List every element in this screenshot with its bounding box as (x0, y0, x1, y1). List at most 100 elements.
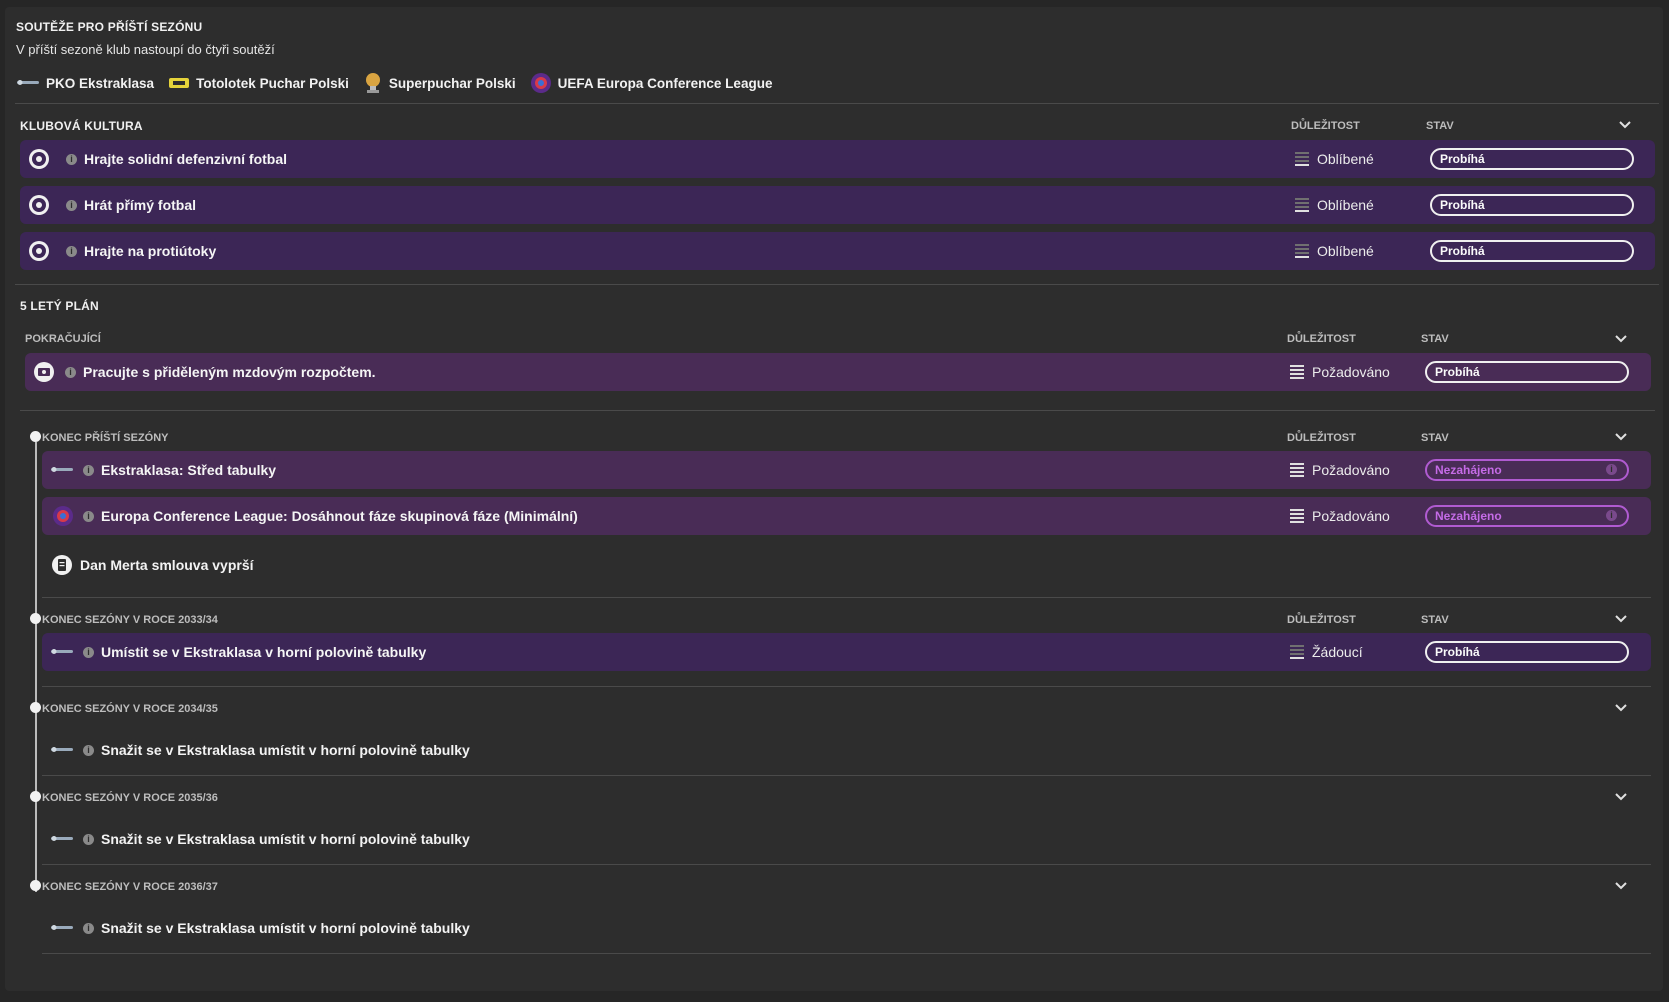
contract-icon (52, 555, 72, 575)
status-pill[interactable]: Probíhá (1430, 148, 1634, 170)
timeline-dot (30, 613, 41, 624)
info-icon[interactable]: i (66, 200, 77, 211)
chevron-down-icon[interactable] (1614, 332, 1628, 346)
objective-item: i Snažit se v Ekstraklasa umístit v horn… (50, 831, 470, 847)
importance-value: Požadováno (1290, 462, 1390, 478)
importance-value: Požadováno (1290, 508, 1390, 524)
importance-value: Požadováno (1290, 364, 1390, 380)
status-pill[interactable]: Nezahájeno i (1425, 459, 1629, 481)
ekstraklasa-logo-icon (51, 836, 73, 841)
ongoing-row[interactable]: i Pracujte s přiděleným mzdovým rozpočte… (25, 353, 1651, 391)
chevron-down-icon[interactable] (1614, 701, 1628, 715)
info-icon[interactable]: i (83, 922, 94, 934)
ekstraklasa-logo-icon (51, 747, 73, 752)
divider (42, 953, 1651, 954)
ongoing-title: POKRAČUJÍCÍ (25, 333, 101, 345)
info-icon[interactable]: i (1606, 464, 1617, 475)
puchar-polski-logo-icon (169, 78, 190, 88)
divider (42, 597, 1651, 598)
competitions-title: SOUTĚŽE PRO PŘÍŠTÍ SEZÓNU (16, 20, 203, 34)
timeline-dot (30, 880, 41, 891)
importance-column-header: DŮLEŽITOST (1291, 120, 1360, 132)
objective-row[interactable]: i Umístit se v Ekstraklasa v horní polov… (42, 633, 1651, 671)
importance-bars-icon (1295, 197, 1309, 213)
competition-name: UEFA Europa Conference League (557, 75, 773, 91)
competition-superpuchar[interactable]: Superpuchar Polski (363, 72, 516, 94)
status-pill[interactable]: Probíhá (1430, 240, 1634, 262)
status-pill[interactable]: Nezahájeno i (1425, 505, 1629, 527)
culture-row[interactable]: i Hrát přímý fotbal Oblíbené Probíhá (20, 186, 1655, 224)
status-column-header: STAV (1426, 120, 1454, 132)
wage-budget-icon (34, 362, 54, 382)
board-expectations-panel: SOUTĚŽE PRO PŘÍŠTÍ SEZÓNU V příští sezon… (5, 7, 1663, 991)
competition-puchar-polski[interactable]: Totolotek Puchar Polski (168, 72, 349, 94)
objective-label: Ekstraklasa: Střed tabulky (101, 462, 277, 478)
football-icon (29, 149, 49, 169)
importance-column-header: DŮLEŽITOST (1287, 432, 1356, 444)
timeline-line (35, 442, 37, 892)
superpuchar-trophy-icon (365, 73, 380, 93)
divider (42, 864, 1651, 865)
status-column-header: STAV (1421, 614, 1449, 626)
timeline-dot (30, 702, 41, 713)
competitions-list: PKO Ekstraklasa Totolotek Puchar Polski … (16, 72, 772, 94)
info-icon[interactable]: i (65, 367, 76, 378)
info-icon[interactable]: i (66, 246, 77, 257)
football-icon (29, 195, 49, 215)
competition-name: Totolotek Puchar Polski (196, 75, 349, 91)
ekstraklasa-logo-icon (51, 649, 73, 654)
importance-column-header: DŮLEŽITOST (1287, 614, 1356, 626)
plan-title: 5 LETÝ PLÁN (20, 299, 99, 313)
chevron-down-icon[interactable] (1618, 118, 1632, 132)
info-icon[interactable]: i (66, 154, 77, 165)
objective-label: Europa Conference League: Dosáhnout fáze… (101, 508, 578, 524)
importance-bars-icon (1290, 508, 1304, 524)
info-icon[interactable]: i (83, 511, 94, 522)
importance-bars-icon (1290, 644, 1304, 660)
timeline-dot (30, 431, 41, 442)
contract-expiry-note: Dan Merta smlouva vyprší (51, 554, 254, 576)
chevron-down-icon[interactable] (1614, 612, 1628, 626)
importance-value: Oblíbené (1295, 243, 1374, 259)
importance-column-header: DŮLEŽITOST (1287, 333, 1356, 345)
competition-uecl[interactable]: UEFA Europa Conference League (530, 72, 773, 94)
objective-item: i Snažit se v Ekstraklasa umístit v horn… (50, 742, 470, 758)
importance-bars-icon (1295, 151, 1309, 167)
season-2033-title: KONEC SEZÓNY V ROCE 2033/34 (42, 614, 218, 626)
ekstraklasa-logo-icon (51, 925, 73, 930)
uefa-conference-league-logo-icon (53, 506, 73, 526)
info-icon[interactable]: i (83, 833, 94, 845)
importance-value: Žádoucí (1290, 644, 1363, 660)
info-icon[interactable]: i (83, 647, 94, 658)
status-pill[interactable]: Probíhá (1425, 361, 1629, 383)
status-column-header: STAV (1421, 333, 1449, 345)
importance-value: Oblíbené (1295, 197, 1374, 213)
culture-row[interactable]: i Hrajte na protiútoky Oblíbené Probíhá (20, 232, 1655, 270)
info-icon[interactable]: i (1606, 510, 1617, 521)
info-icon[interactable]: i (83, 744, 94, 756)
status-pill[interactable]: Probíhá (1430, 194, 1634, 216)
divider (15, 103, 1659, 104)
objective-label: Umístit se v Ekstraklasa v horní polovin… (101, 644, 427, 660)
competition-ekstraklasa[interactable]: PKO Ekstraklasa (16, 72, 154, 94)
season-2036-title: KONEC SEZÓNY V ROCE 2036/37 (42, 881, 218, 893)
divider (15, 284, 1659, 285)
culture-row[interactable]: i Hrajte solidní defenzivní fotbal Oblíb… (20, 140, 1655, 178)
culture-label: Hrát přímý fotbal (84, 197, 197, 213)
status-pill[interactable]: Probíhá (1425, 641, 1629, 663)
competition-name: PKO Ekstraklasa (46, 75, 155, 91)
chevron-down-icon[interactable] (1614, 879, 1628, 893)
club-culture-title: KLUBOVÁ KULTURA (20, 119, 143, 133)
football-icon (29, 241, 49, 261)
objective-row[interactable]: i Europa Conference League: Dosáhnout fá… (42, 497, 1651, 535)
chevron-down-icon[interactable] (1614, 790, 1628, 804)
info-icon[interactable]: i (83, 465, 94, 476)
next-season-title: KONEC PŘÍŠTÍ SEZÓNY (42, 432, 169, 444)
objective-row[interactable]: i Ekstraklasa: Střed tabulky Požadováno … (42, 451, 1651, 489)
ongoing-label: Pracujte s přiděleným mzdovým rozpočtem. (83, 364, 376, 380)
importance-bars-icon (1295, 243, 1309, 259)
status-column-header: STAV (1421, 432, 1449, 444)
competition-name: Superpuchar Polski (388, 75, 516, 91)
culture-label: Hrajte solidní defenzivní fotbal (84, 151, 288, 167)
chevron-down-icon[interactable] (1614, 430, 1628, 444)
